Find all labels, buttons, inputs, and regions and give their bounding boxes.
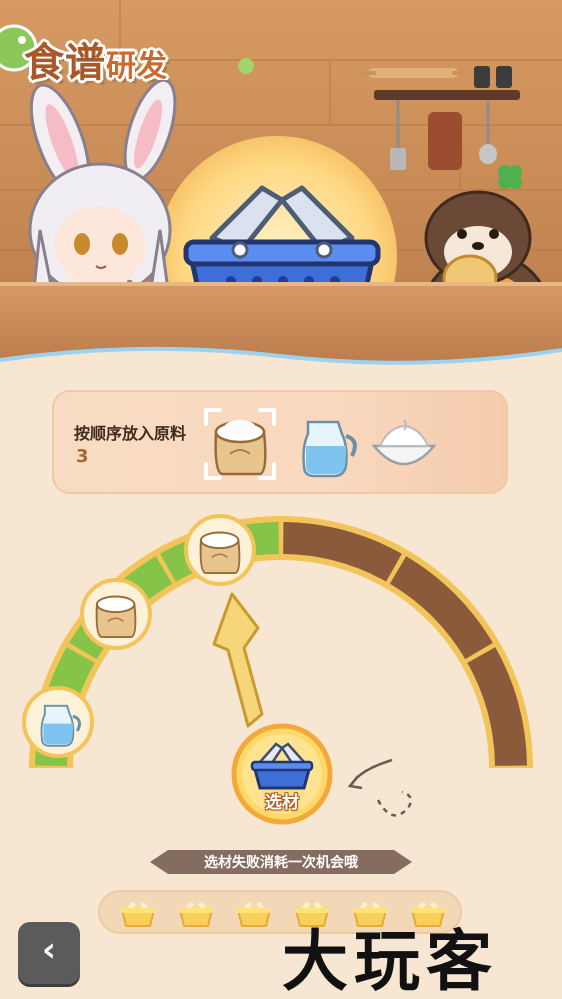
gauge-segment-5 [389, 556, 493, 660]
cream-bowl-icon [371, 419, 437, 466]
gauge-pointer [212, 592, 264, 728]
recipe-slot-3 [366, 406, 442, 482]
clover-icon [498, 165, 522, 189]
gauge-token-2 [78, 576, 154, 652]
attempt-basket-icon [234, 898, 274, 928]
milk-jug-icon [302, 420, 357, 478]
select-ingredient-button[interactable]: 选材 [230, 722, 334, 826]
recipe-slot-2 [288, 406, 364, 482]
recipe-slot-1 [202, 406, 278, 482]
hint-arrow [350, 758, 393, 785]
hint-text: 选材失败消耗一次机会哦 [204, 855, 358, 871]
attempt-basket-icon [176, 898, 216, 928]
recipe-panel: 按顺序放入原料 3 [52, 390, 508, 494]
back-button[interactable]: ‹ [18, 922, 80, 984]
watermark: 大玩客 [282, 922, 498, 999]
gauge-token-3 [182, 512, 258, 588]
gauge-segment-6 [467, 647, 527, 766]
flour-sack-icon [199, 531, 241, 575]
title-sub: 研发 [106, 49, 168, 84]
attempt-basket-icon [118, 898, 158, 928]
gauge-segment-4 [283, 522, 402, 582]
recipe-remaining-count: 3 [76, 446, 89, 467]
scene-divider [0, 346, 562, 368]
title-badge: 食谱研发 [0, 10, 260, 90]
back-arrow-icon: ‹ [41, 930, 56, 970]
select-button-label: 选材 [265, 793, 299, 813]
kitchen-scene: 食谱研发 [0, 0, 562, 368]
hint-band: 选材失败消耗一次机会哦 [150, 846, 412, 878]
gauge-token-1 [20, 684, 96, 760]
flour-sack-icon [214, 420, 267, 476]
recipe-instruction: 按顺序放入原料 [74, 424, 187, 443]
flour-sack-icon [95, 595, 137, 639]
